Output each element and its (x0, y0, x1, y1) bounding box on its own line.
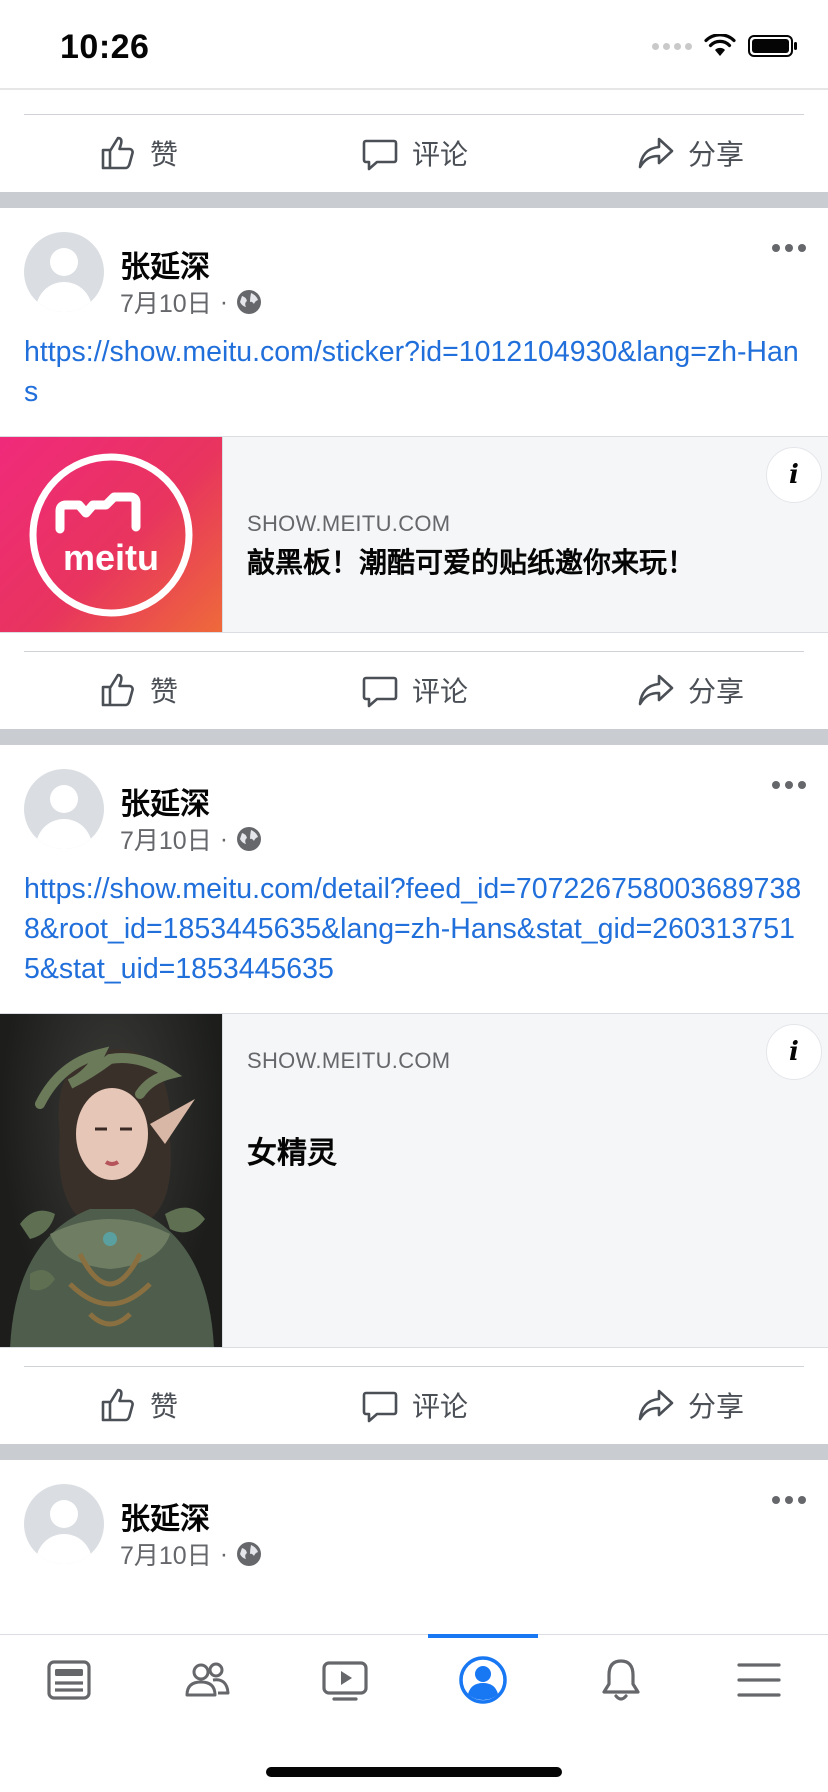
post-link[interactable]: https://show.meitu.com/sticker?id=101210… (0, 332, 828, 412)
tab-menu[interactable] (690, 1635, 828, 1725)
cellular-signal-icon (652, 42, 692, 50)
bottom-tab-bar (0, 1634, 828, 1792)
link-domain: SHOW.MEITU.COM (247, 511, 451, 536)
comment-icon (362, 1391, 398, 1423)
post-date[interactable]: 7月10日 (120, 821, 212, 857)
feed-post: 张延深 7月10日 · https://show.meitu.com/stick… (0, 208, 828, 729)
post-author[interactable]: 张延深 (120, 242, 210, 286)
battery-icon (748, 35, 797, 57)
menu-icon (737, 1663, 781, 1697)
comment-button[interactable]: 评论 (276, 1366, 552, 1444)
link-thumbnail: meitu (0, 437, 223, 632)
link-info: SHOW.MEITU.COM 敲黑板！潮酷可爱的贴纸邀你来玩！ i (223, 437, 828, 632)
notifications-icon (602, 1659, 640, 1701)
post-date[interactable]: 7月10日 (120, 284, 212, 320)
post-header: 张延深 7月10日 · (0, 1460, 828, 1570)
status-time: 10:26 (60, 28, 150, 66)
friends-icon (185, 1662, 230, 1697)
avatar[interactable] (24, 232, 104, 312)
meta-separator: · (219, 824, 229, 853)
link-preview-card[interactable]: SHOW.MEITU.COM 女精灵 i (0, 1013, 828, 1348)
comment-button[interactable]: 评论 (276, 114, 552, 192)
post-separator (0, 729, 828, 745)
thumbs-up-icon (101, 1388, 134, 1422)
more-options-button[interactable] (772, 1496, 806, 1504)
link-title: 敲黑板！潮酷可爱的贴纸邀你来玩！ (247, 547, 696, 578)
share-icon (638, 1389, 674, 1421)
post-header: 张延深 7月10日 · (0, 745, 828, 855)
post-meta: 7月10日 · (120, 821, 262, 857)
elf-portrait-image (10, 1046, 214, 1347)
like-button[interactable]: 赞 (0, 1366, 276, 1444)
wifi-icon (704, 34, 736, 56)
comment-icon (362, 139, 398, 171)
tab-watch[interactable] (276, 1635, 414, 1725)
comment-label: 评论 (411, 676, 468, 707)
meitu-logo: meitu (29, 453, 193, 617)
meta-separator: · (219, 1539, 229, 1568)
tab-profile[interactable] (414, 1634, 552, 1725)
more-options-button[interactable] (772, 244, 806, 252)
globe-icon (237, 827, 262, 851)
post-actions: 赞 评论 分享 (0, 1366, 828, 1444)
link-preview-card[interactable]: meitu SHOW.MEITU.COM 敲黑板！潮酷可爱的贴纸邀你来玩！ i (0, 436, 828, 633)
feed-post: 张延深 7月10日 · https://show.meitu.com/detai… (0, 745, 828, 1444)
like-button[interactable]: 赞 (0, 114, 276, 192)
share-button[interactable]: 分享 (552, 114, 828, 192)
tab-friends[interactable] (138, 1635, 276, 1725)
share-label: 分享 (687, 139, 744, 170)
share-label: 分享 (687, 1391, 744, 1422)
like-label: 赞 (149, 676, 178, 707)
globe-icon (237, 290, 262, 314)
status-icons (652, 34, 798, 58)
post-separator (0, 192, 828, 208)
share-button[interactable]: 分享 (552, 651, 828, 729)
like-button[interactable]: 赞 (0, 651, 276, 729)
watch-icon (322, 1661, 368, 1701)
post-actions: 赞 评论 分享 (0, 114, 828, 192)
like-label: 赞 (149, 1391, 178, 1422)
news-feed: 赞 评论 分享 张延深 7月10日 · https://show.meitu.c… (0, 90, 828, 1570)
post-meta: 7月10日 · (120, 284, 262, 320)
share-icon (638, 137, 674, 169)
svg-text:meitu: meitu (63, 537, 159, 578)
info-button[interactable]: i (766, 1024, 822, 1080)
comment-label: 评论 (411, 1391, 468, 1422)
status-bar: 10:26 (0, 0, 828, 88)
avatar[interactable] (24, 1484, 104, 1564)
post-meta: 7月10日 · (120, 1536, 262, 1572)
globe-icon (237, 1542, 262, 1566)
more-options-button[interactable] (772, 781, 806, 789)
comment-icon (362, 676, 398, 708)
like-label: 赞 (149, 139, 178, 170)
tab-news-feed[interactable] (0, 1635, 138, 1725)
link-domain: SHOW.MEITU.COM (247, 1048, 451, 1073)
share-icon (638, 674, 674, 706)
avatar[interactable] (24, 769, 104, 849)
home-indicator[interactable] (266, 1767, 562, 1777)
share-button[interactable]: 分享 (552, 1366, 828, 1444)
feed-post: 张延深 7月10日 · (0, 1460, 828, 1570)
link-title: 女精灵 (247, 1137, 337, 1170)
post-author[interactable]: 张延深 (120, 779, 210, 823)
link-info: SHOW.MEITU.COM 女精灵 i (223, 1014, 828, 1347)
thumbs-up-icon (101, 136, 134, 170)
news-feed-icon (47, 1660, 91, 1700)
post-header: 张延深 7月10日 · (0, 208, 828, 318)
post-separator (0, 1444, 828, 1460)
share-label: 分享 (687, 676, 744, 707)
info-button[interactable]: i (766, 447, 822, 503)
post-link[interactable]: https://show.meitu.com/detail?feed_id=70… (0, 869, 828, 989)
post-author[interactable]: 张延深 (120, 1494, 210, 1538)
post-actions: 赞 评论 分享 (0, 651, 828, 729)
link-thumbnail (0, 1014, 223, 1347)
comment-label: 评论 (411, 139, 468, 170)
meta-separator: · (219, 287, 229, 316)
profile-icon (459, 1656, 507, 1704)
thumbs-up-icon (101, 673, 134, 707)
comment-button[interactable]: 评论 (276, 651, 552, 729)
post-date[interactable]: 7月10日 (120, 1536, 212, 1572)
tab-notifications[interactable] (552, 1635, 690, 1725)
